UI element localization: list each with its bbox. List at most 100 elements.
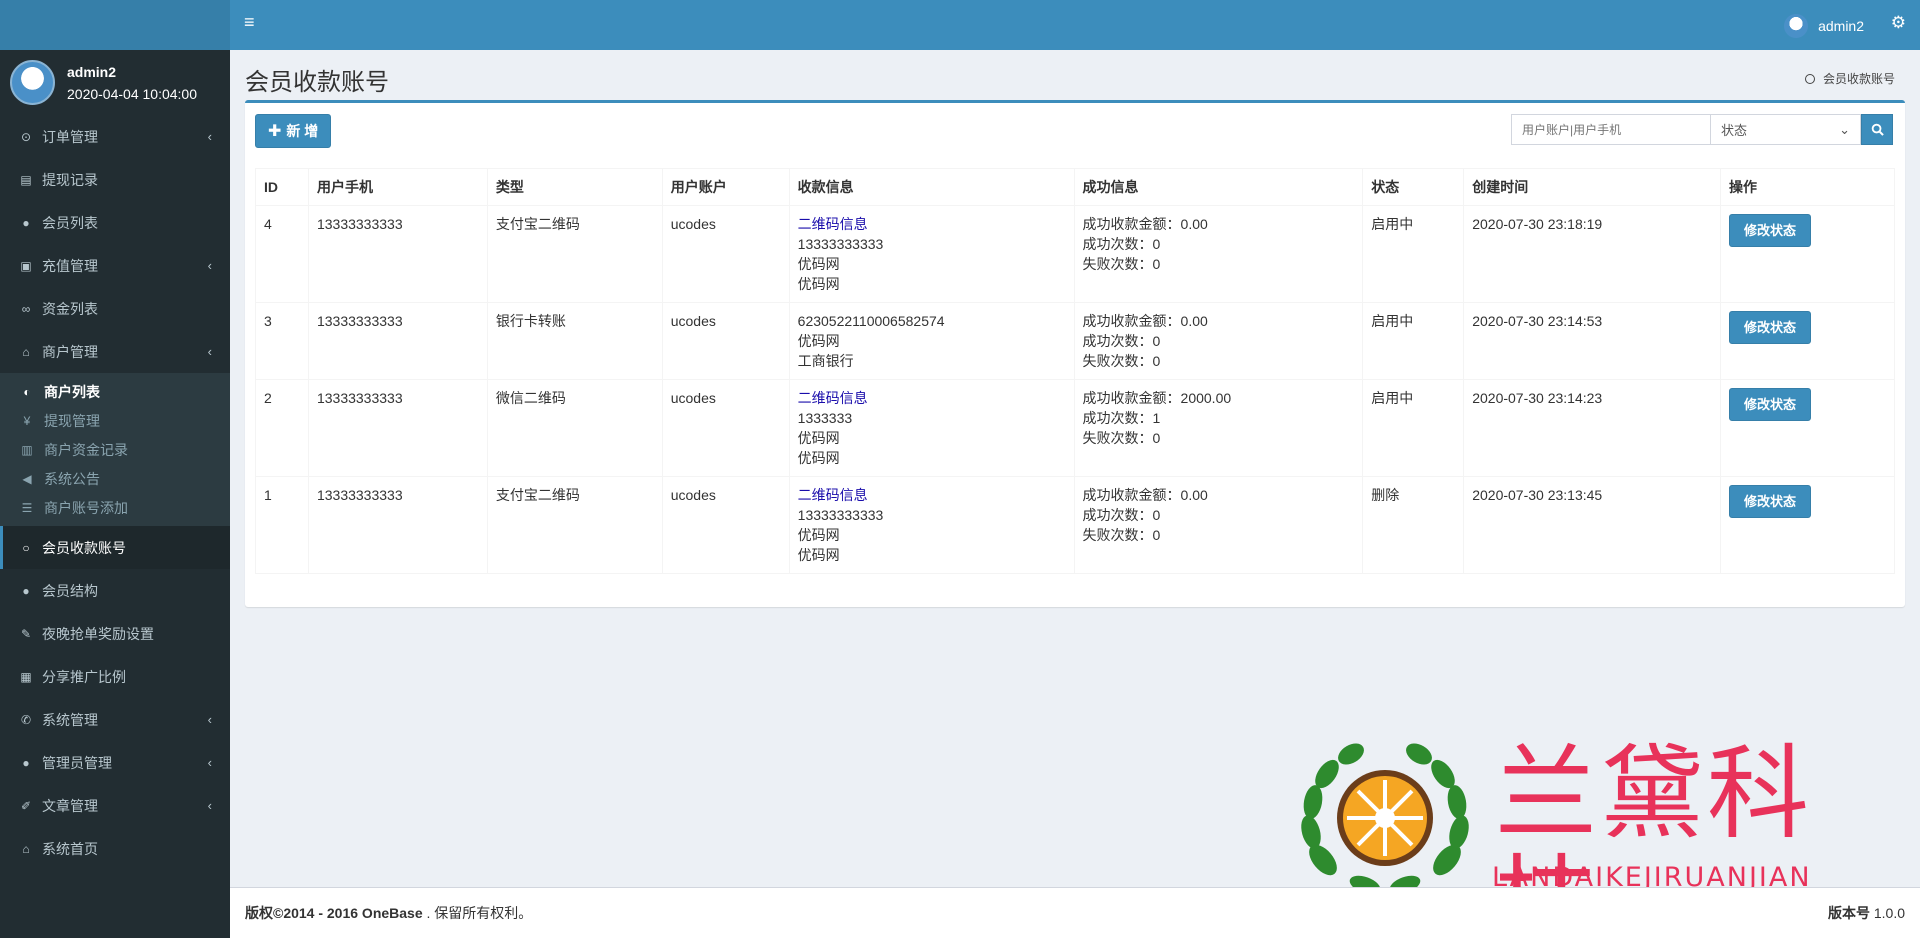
link-icon: ∞ <box>21 301 31 316</box>
payment-line: 优码网 <box>797 450 840 466</box>
sidebar-item-5[interactable]: ∞ 资金列表 <box>0 287 230 330</box>
qr-info-link[interactable]: 二维码信息 <box>798 214 1066 234</box>
user-time: 2020-04-04 10:04:00 <box>67 85 197 102</box>
avatar <box>10 60 55 105</box>
version-label: 版本号 <box>1827 905 1870 921</box>
cell-phone: 13333333333 <box>307 205 488 303</box>
sidebar: admin2 2020-04-04 10:04:00 ⊙ 订单管理 ‹ ▤ 提现记录 ● 会… <box>0 0 230 938</box>
header-avatar <box>1784 14 1809 38</box>
cell-id: 1 <box>255 476 309 574</box>
footer: 版权©2014 - 2016 OneBase . 保留所有权利。 版本号 1.0… <box>230 887 1920 938</box>
sidebar-item-6[interactable]: ● 管理员管理 ‹ <box>0 741 230 784</box>
success-line: 成功收款金额：0.00 <box>1082 487 1208 503</box>
cell-action: 修改状态 <box>1720 476 1895 574</box>
submenu-item-3[interactable]: ▥ 商户资金记录 <box>0 435 230 464</box>
gear-icon[interactable]: ⚙ <box>1891 13 1906 33</box>
sidebar-item-label: 夜晚抢单奖励设置 <box>42 625 154 642</box>
circle-icon: ○ <box>22 540 30 555</box>
sidebar-item-2[interactable]: ● 会员结构 <box>0 569 230 612</box>
version-number: 1.0.0 <box>1873 905 1905 921</box>
bullhorn-icon: ◀ <box>22 471 32 486</box>
sidebar-item-label: 会员列表 <box>42 214 98 231</box>
sidebar-item-3[interactable]: ✎ 夜晚抢单奖励设置 <box>0 612 230 655</box>
submenu-item-label: 商户账号添加 <box>44 499 128 516</box>
status-select-value: 状态 <box>1721 123 1748 138</box>
success-line: 成功收款金额：0.00 <box>1082 313 1208 329</box>
search-button[interactable] <box>1861 114 1893 145</box>
change-status-button[interactable]: 修改状态 <box>1729 388 1812 421</box>
sidebar-item-3[interactable]: ● 会员列表 <box>0 201 230 244</box>
payment-line: 优码网 <box>797 256 840 272</box>
header-user-menu[interactable]: admin2 <box>1784 14 1864 38</box>
table-row: 4 13333333333 支付宝二维码 ucodes 二维码信息 13333333333… <box>255 205 1895 303</box>
sidebar-item-label: 管理员管理 <box>42 754 112 771</box>
sidebar-item-5[interactable]: ✆ 系统管理 ‹ <box>0 698 230 741</box>
cell-type: 微信二维码 <box>486 379 663 477</box>
sidebar-item-7[interactable]: ✐ 文章管理 ‹ <box>0 784 230 827</box>
user-name: admin2 <box>67 63 117 80</box>
sidebar-item-label: 订单管理 <box>42 128 98 145</box>
search-icon <box>1871 123 1884 136</box>
success-line: 成功次数：0 <box>1082 507 1161 523</box>
circle-dot-icon: ⊙ <box>20 129 32 144</box>
content-box: ✚ 新 增 状态 ⌄ ID用户手机类型用户账户收款信息成功信息状态创建时间操作 … <box>245 100 1905 607</box>
add-button[interactable]: ✚ 新 增 <box>255 114 332 148</box>
cell-action: 修改状态 <box>1720 302 1895 380</box>
success-line: 成功收款金额：2000.00 <box>1082 390 1232 406</box>
sidebar-item-8[interactable]: ⌂ 系统首页 <box>0 827 230 870</box>
cell-payment-info: 6230522110006582574 优码网 工商银行 <box>788 302 1075 380</box>
sidebar-item-4[interactable]: ▣ 充值管理 ‹ <box>0 244 230 287</box>
payment-line: 优码网 <box>797 547 840 563</box>
plus-icon: ✚ <box>268 123 282 140</box>
change-status-button[interactable]: 修改状态 <box>1729 311 1812 344</box>
top-header: ≡ admin2 ⚙ <box>230 0 1920 50</box>
chevron-left-icon: ‹ <box>207 755 212 770</box>
page-title: 会员收款账号 <box>245 69 389 96</box>
qr-info-link[interactable]: 二维码信息 <box>798 485 1066 505</box>
column-header: 用户账户 <box>661 168 790 206</box>
cell-phone: 13333333333 <box>307 379 488 477</box>
sidebar-item-label: 分享推广比例 <box>42 668 126 685</box>
half-circle-icon: ◐ <box>23 384 31 399</box>
cell-created: 2020-07-30 23:14:53 <box>1463 302 1722 380</box>
menu-toggle-icon[interactable]: ≡ <box>244 12 255 33</box>
cell-account: ucodes <box>661 302 790 380</box>
sidebar-item-label: 提现记录 <box>42 171 98 188</box>
status-select[interactable]: 状态 ⌄ <box>1711 114 1861 145</box>
cell-action: 修改状态 <box>1720 205 1895 303</box>
payment-line: 优码网 <box>797 276 840 292</box>
logo-bar <box>0 0 230 50</box>
cell-id: 2 <box>255 379 309 477</box>
column-header: 类型 <box>486 168 663 206</box>
cell-success-info: 成功收款金额：0.00 成功次数：0 失败次数：0 <box>1073 476 1364 574</box>
sidebar-item-2[interactable]: ▤ 提现记录 <box>0 158 230 201</box>
cell-status: 启用中 <box>1362 205 1465 303</box>
copyright-bold: 版权©2014 - 2016 OneBase <box>245 905 423 921</box>
add-button-label: 新 增 <box>286 123 319 139</box>
home-icon: ⌂ <box>22 841 30 856</box>
cell-status: 删除 <box>1362 476 1465 574</box>
payment-line: 6230522110006582574 <box>797 313 945 329</box>
sidebar-item-6[interactable]: ⌂ 商户管理 ‹ <box>0 330 230 373</box>
success-line: 成功次数：0 <box>1082 236 1161 252</box>
sidebar-item-4[interactable]: ▦ 分享推广比例 <box>0 655 230 698</box>
sidebar-menu-2: ○ 会员收款账号 ● 会员结构 ✎ 夜晚抢单奖励设置 ▦ 分享推广比例 ✆ 系统管理 ‹ ● 管理员管理… <box>0 526 230 870</box>
qr-info-link[interactable]: 二维码信息 <box>798 388 1066 408</box>
submenu-item-1[interactable]: ◐ 商户列表 <box>0 377 230 406</box>
users-icon: ● <box>22 755 30 770</box>
breadcrumb-current[interactable]: 会员收款账号 <box>1823 70 1895 87</box>
change-status-button[interactable]: 修改状态 <box>1729 214 1812 247</box>
sidebar-item-1[interactable]: ○ 会员收款账号 <box>0 526 230 569</box>
change-status-button[interactable]: 修改状态 <box>1729 485 1812 518</box>
bank-icon: ⌂ <box>22 344 30 359</box>
submenu-item-5[interactable]: ☰ 商户账号添加 <box>0 493 230 522</box>
submenu-item-4[interactable]: ◀ 系统公告 <box>0 464 230 493</box>
table-row: 2 13333333333 微信二维码 ucodes 二维码信息 1333333 优码网 优码… <box>255 379 1895 477</box>
breadcrumb: 会员收款账号 <box>1804 70 1895 87</box>
sidebar-item-1[interactable]: ⊙ 订单管理 ‹ <box>0 115 230 158</box>
cell-type: 支付宝二维码 <box>486 476 663 574</box>
chevron-left-icon: ‹ <box>207 344 212 359</box>
search-input[interactable] <box>1511 114 1711 145</box>
sidebar-item-label: 充值管理 <box>42 257 98 274</box>
submenu-item-2[interactable]: ¥ 提现管理 <box>0 406 230 435</box>
